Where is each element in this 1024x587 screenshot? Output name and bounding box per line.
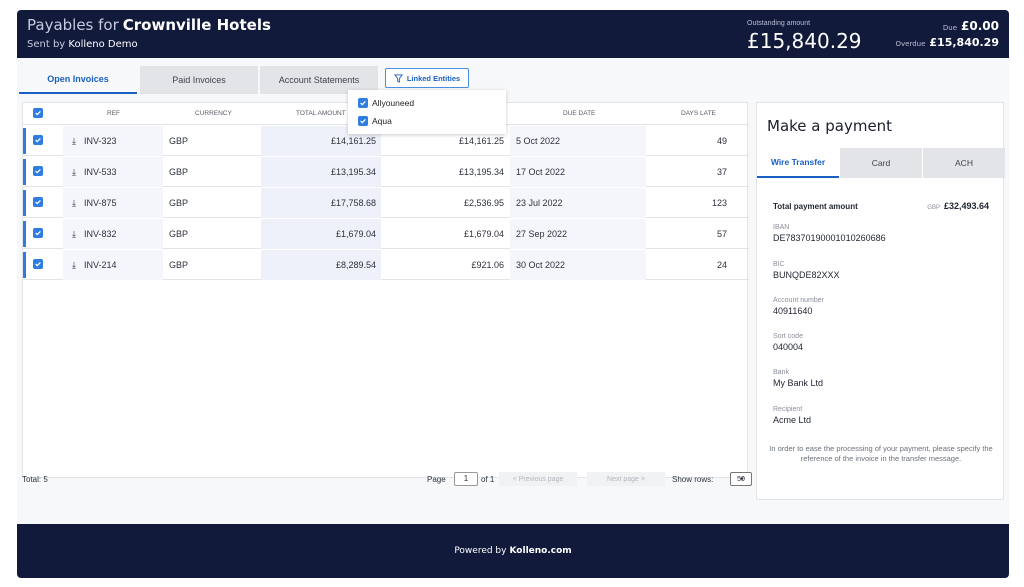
invoice-tabs: Open Invoices Paid Invoices Account Stat… <box>17 66 1009 94</box>
invoice-ref[interactable]: INV-214 <box>84 260 117 270</box>
currency-cell: GBP <box>169 136 189 146</box>
invoice-ref[interactable]: INV-323 <box>84 136 117 146</box>
due-amount: Due £0.00 <box>942 19 999 33</box>
table-footer: Total: 5 Page 1 of 1 < Previous page Nex… <box>22 472 752 488</box>
outstanding-cell: £2,536.95 <box>463 198 504 208</box>
total-amount-cell: £1,679.04 <box>335 229 376 239</box>
recipient-field: Recipient Acme Ltd <box>773 406 812 425</box>
entity-option[interactable]: Aqua <box>358 116 392 126</box>
invoice-ref[interactable]: INV-533 <box>84 167 117 177</box>
outstanding-cell: £13,195.34 <box>458 167 504 177</box>
row-checkbox[interactable] <box>33 228 43 238</box>
total-payment-value: GBP £32,493.64 <box>927 201 989 211</box>
filter-icon <box>393 73 403 83</box>
col-days-late[interactable]: DAYS LATE <box>681 110 716 117</box>
days-late-cell: 123 <box>711 198 727 208</box>
days-late-cell: 24 <box>716 260 727 270</box>
currency-cell: GBP <box>169 229 189 239</box>
tab-ach[interactable]: ACH <box>923 148 1005 178</box>
row-checkbox[interactable] <box>33 166 43 176</box>
download-icon[interactable]: ⤓ <box>72 167 76 178</box>
outstanding-value: £15,840.29 <box>747 29 862 53</box>
footer-bar: Powered by Kolleno.com <box>17 524 1009 578</box>
payment-tabs: Wire Transfer Card ACH <box>757 148 1005 178</box>
payment-title: Make a payment <box>767 117 893 135</box>
invoice-ref[interactable]: INV-832 <box>84 229 117 239</box>
due-date-cell: 30 Oct 2022 <box>516 260 566 270</box>
page-label: Page <box>427 475 446 484</box>
download-icon[interactable]: ⤓ <box>72 136 76 147</box>
select-all-checkbox[interactable] <box>33 108 43 118</box>
previous-page-button[interactable]: < Previous page <box>499 472 577 486</box>
days-late-cell: 57 <box>716 229 727 239</box>
due-date-cell: 5 Oct 2022 <box>516 136 561 146</box>
sent-by: Sent by Kolleno Demo <box>27 39 138 50</box>
due-date-cell: 23 Jul 2022 <box>516 198 563 208</box>
table-row[interactable]: ⤓ INV-832 GBP £1,679.04 £1,679.04 27 Sep… <box>23 219 749 249</box>
app-frame: Payables for Crownville Hotels Sent by Ko… <box>17 10 1009 578</box>
tab-wire-transfer[interactable]: Wire Transfer <box>757 148 839 178</box>
outstanding-label: Outstanding amount <box>747 20 811 27</box>
outstanding-cell: £14,161.25 <box>458 136 504 146</box>
table-row[interactable]: ⤓ INV-875 GBP £17,758.68 £2,536.95 23 Ju… <box>23 188 749 218</box>
company-name: Crownville Hotels <box>122 16 271 34</box>
linked-entities-button[interactable]: Linked Entities <box>385 68 469 88</box>
due-date-cell: 17 Oct 2022 <box>516 167 566 177</box>
total-payment-label: Total payment amount <box>773 202 858 211</box>
entity-checkbox[interactable] <box>358 98 368 108</box>
table-row[interactable]: ⤓ INV-214 GBP £8,289.54 £921.06 30 Oct 2… <box>23 250 749 280</box>
row-checkbox[interactable] <box>33 197 43 207</box>
invoice-ref[interactable]: INV-875 <box>84 198 117 208</box>
tab-paid-invoices[interactable]: Paid Invoices <box>140 66 258 94</box>
page-title: Payables for Crownville Hotels <box>27 16 271 34</box>
total-amount-cell: £13,195.34 <box>330 167 376 177</box>
tab-open-invoices[interactable]: Open Invoices <box>19 66 137 94</box>
download-icon[interactable]: ⤓ <box>72 229 76 240</box>
table-row[interactable]: ⤓ INV-533 GBP £13,195.34 £13,195.34 17 O… <box>23 157 749 187</box>
page-of-label: of 1 <box>481 475 495 484</box>
show-rows-label: Show rows: <box>672 475 714 484</box>
days-late-cell: 37 <box>716 167 727 177</box>
bank-field: Bank My Bank Ltd <box>773 369 824 388</box>
outstanding-cell: £1,679.04 <box>463 229 504 239</box>
outstanding-cell: £921.06 <box>471 260 504 270</box>
total-amount-cell: £14,161.25 <box>330 136 376 146</box>
download-icon[interactable]: ⤓ <box>72 198 76 209</box>
row-checkbox[interactable] <box>33 259 43 269</box>
header: Payables for Crownville Hotels Sent by Ko… <box>17 10 1009 58</box>
account-number-field: Account number 40911640 <box>773 297 824 316</box>
currency-cell: GBP <box>169 167 189 177</box>
col-due-date[interactable]: DUE DATE <box>563 110 595 117</box>
kolleno-link[interactable]: Kolleno.com <box>509 546 571 556</box>
page-input[interactable]: 1 <box>454 472 478 486</box>
linked-entities-dropdown: Allyouneed Aqua <box>348 90 506 134</box>
total-amount-cell: £8,289.54 <box>335 260 376 270</box>
currency-cell: GBP <box>169 198 189 208</box>
invoice-table: REF CURRENCY TOTAL AMOUNT DUE DATE DAYS … <box>22 102 749 478</box>
payment-panel: Make a payment Wire Transfer Card ACH To… <box>756 102 1005 500</box>
next-page-button[interactable]: Next page > <box>587 472 665 486</box>
rows-per-page-select[interactable]: 50 ▾ <box>730 472 752 486</box>
download-icon[interactable]: ⤓ <box>72 260 76 271</box>
iban-field: IBAN DE78370190001010260686 <box>773 224 886 243</box>
total-amount-cell: £17,758.68 <box>330 198 376 208</box>
col-currency[interactable]: CURRENCY <box>195 110 232 117</box>
overdue-amount: Overdue £15,840.29 <box>895 36 1000 49</box>
col-ref[interactable]: REF <box>107 110 120 117</box>
days-late-cell: 49 <box>716 136 727 146</box>
row-checkbox[interactable] <box>33 135 43 145</box>
payment-note: In order to ease the processing of your … <box>769 444 993 463</box>
col-total-amount[interactable]: TOTAL AMOUNT <box>296 110 346 117</box>
entity-checkbox[interactable] <box>358 116 368 126</box>
tab-card[interactable]: Card <box>840 148 922 178</box>
bic-field: BIC BUNQDE82XXX <box>773 261 840 280</box>
due-date-cell: 27 Sep 2022 <box>516 229 568 239</box>
total-count: Total: 5 <box>22 475 48 484</box>
sort-code-field: Sort code 040004 <box>773 333 804 352</box>
entity-option[interactable]: Allyouneed <box>358 98 414 108</box>
currency-cell: GBP <box>169 260 189 270</box>
